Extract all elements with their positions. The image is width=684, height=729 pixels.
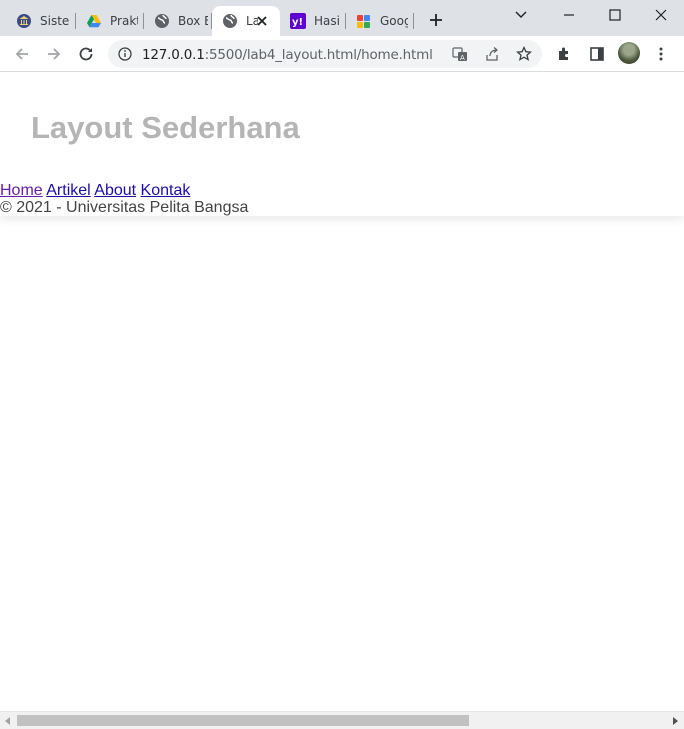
site-info-icon[interactable] (118, 47, 132, 61)
tab-label: Sistem (40, 14, 70, 28)
university-icon (16, 13, 32, 29)
tab-separator (413, 13, 414, 29)
browser-toolbar: 127.0.0.1:5500/lab4_layout.html/home.htm… (0, 36, 684, 72)
new-tab-button[interactable] (424, 8, 448, 32)
nav-link-artikel[interactable]: Artikel (46, 182, 90, 199)
nav-link-home[interactable]: Home (0, 182, 43, 199)
bookmark-star-icon[interactable] (515, 45, 533, 62)
tab-label: Hasil (314, 14, 340, 28)
google-apps-icon (356, 13, 372, 29)
back-button[interactable] (8, 40, 36, 68)
maximize-button[interactable] (592, 0, 638, 30)
globe-icon (222, 13, 238, 29)
maximize-icon (609, 9, 621, 21)
page-viewport: Layout Sederhana Home Artikel About Kont… (0, 72, 684, 711)
close-tab-icon[interactable] (254, 13, 270, 29)
tab-sistem[interactable]: Sistem (6, 6, 76, 36)
forward-button[interactable] (40, 40, 68, 68)
yahoo-icon: y! (290, 13, 306, 29)
globe-icon (154, 13, 170, 29)
kebab-menu-icon (659, 47, 663, 61)
share-icon[interactable] (484, 46, 500, 62)
tab-hasil[interactable]: y! Hasil (280, 6, 346, 36)
tab-google[interactable]: Goog (346, 6, 414, 36)
address-bar[interactable]: 127.0.0.1:5500/lab4_layout.html/home.htm… (108, 40, 542, 68)
nav-link-kontak[interactable]: Kontak (141, 182, 191, 199)
tab-label: Box B (178, 14, 208, 28)
horizontal-scrollbar[interactable] (0, 711, 684, 729)
extensions-button[interactable] (551, 40, 579, 68)
reload-button[interactable] (72, 40, 100, 68)
chevron-down-icon (515, 11, 527, 18)
translate-icon[interactable]: A (452, 46, 468, 62)
site-title: Layout Sederhana (31, 110, 300, 145)
tab-strip: Sistem Prakt Box B La y! Hasil (0, 0, 684, 36)
arrow-right-icon (48, 48, 61, 60)
google-drive-icon (86, 13, 102, 29)
nav-link-about[interactable]: About (94, 182, 136, 199)
tab-prakt[interactable]: Prakt (76, 6, 144, 36)
tab-label: Prakt (110, 14, 138, 28)
side-panel-button[interactable] (583, 40, 611, 68)
url-text[interactable]: 127.0.0.1:5500/lab4_layout.html/home.htm… (142, 47, 433, 63)
scroll-left-icon[interactable] (3, 716, 13, 726)
tab-search-button[interactable] (498, 0, 544, 30)
side-panel-icon (590, 47, 604, 61)
svg-text:A: A (460, 54, 465, 62)
url-host: 127.0.0.1 (142, 47, 205, 63)
scrollbar-thumb[interactable] (17, 715, 469, 726)
svg-text:y!: y! (292, 17, 303, 28)
profile-avatar[interactable] (618, 42, 640, 64)
puzzle-icon (559, 47, 568, 60)
tab-layout-active[interactable]: La (212, 6, 280, 36)
close-icon (655, 9, 667, 21)
minimize-icon (564, 14, 574, 16)
close-window-button[interactable] (638, 0, 684, 30)
page-header: Layout Sederhana Home Artikel About Kont… (0, 72, 684, 216)
footer-text: © 2021 - Universitas Pelita Bangsa (0, 199, 249, 216)
reload-icon (79, 47, 93, 61)
url-path: :5500/lab4_layout.html/home.html (204, 47, 433, 63)
menu-button[interactable] (647, 40, 675, 68)
tab-label: Goog (380, 14, 408, 28)
arrow-left-icon (15, 48, 28, 60)
plus-icon (430, 14, 442, 26)
scroll-right-icon[interactable] (670, 716, 680, 726)
main-nav: Home Artikel About Kontak (0, 182, 190, 200)
tab-box[interactable]: Box B (144, 6, 212, 36)
minimize-button[interactable] (546, 0, 592, 30)
